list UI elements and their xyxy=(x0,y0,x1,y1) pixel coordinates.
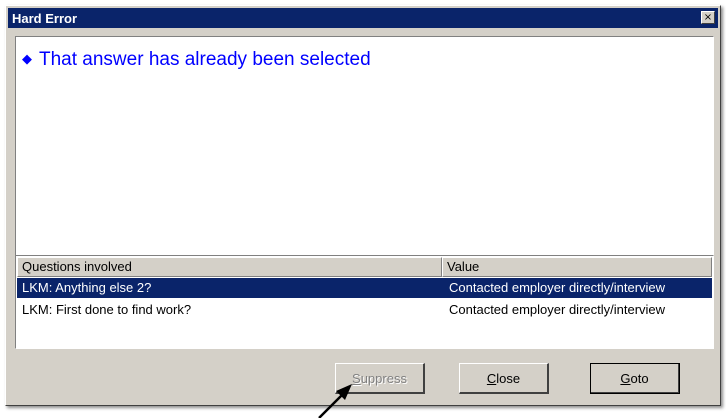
pointer-arrow-icon xyxy=(318,384,352,418)
